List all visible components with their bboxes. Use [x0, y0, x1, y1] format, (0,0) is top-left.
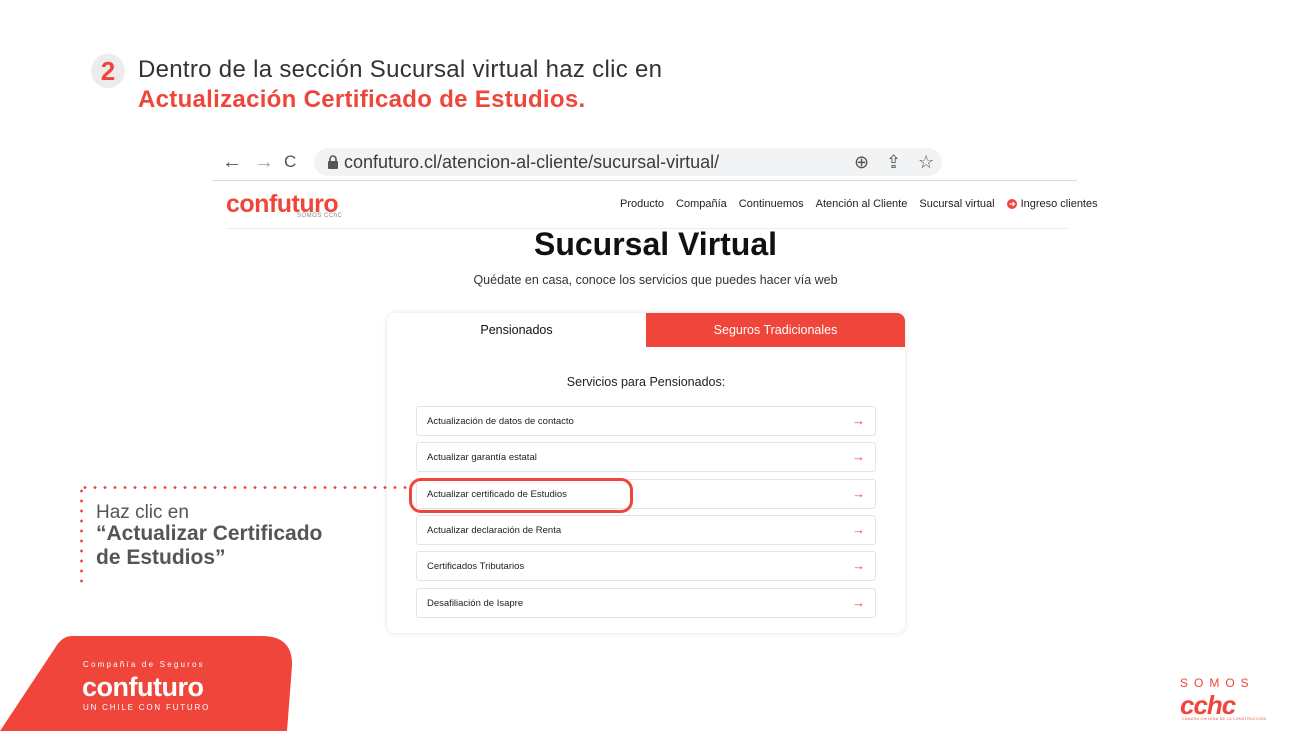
brand-logo: confuturo [82, 672, 204, 702]
step-instruction-highlight: Actualización Certificado de Estudios. [138, 86, 586, 113]
nav-item-continuemos[interactable]: Continuemos [739, 198, 804, 210]
arrow-right-icon: → [852, 486, 865, 501]
nav-item-sucursal-virtual[interactable]: Sucursal virtual [919, 198, 994, 210]
login-link[interactable]: Ingreso clientes [1006, 198, 1098, 210]
brand-slogan: UN CHILE CON FUTURO [83, 703, 211, 712]
browser-divider [212, 180, 1077, 181]
browser-toolbar: ← → C confuturo.cl/atencion-al-cliente/s… [212, 146, 1077, 180]
tab-pensionados[interactable]: Pensionados [387, 313, 646, 347]
bookmark-star-icon[interactable]: ☆ [918, 152, 934, 173]
nav-item-atencion-cliente[interactable]: Atención al Cliente [816, 198, 908, 210]
service-item[interactable]: Actualización de datos de contacto → [416, 406, 876, 436]
page-title: Sucursal Virtual [533, 226, 778, 262]
nav-item-compania[interactable]: Compañía [676, 198, 727, 210]
step-instruction: Dentro de la sección Sucursal virtual ha… [138, 56, 663, 83]
service-item[interactable]: Actualizar garantía estatal → [416, 442, 876, 472]
cchc-subtitle: CÁMARA CHILENA DE LA CONSTRUCCIÓN [1182, 717, 1267, 721]
zoom-icon[interactable]: ⊕ [854, 152, 869, 173]
service-item[interactable]: Desafiliación de Isapre → [416, 588, 876, 618]
lock-icon [328, 155, 338, 169]
arrow-right-icon: → [852, 449, 865, 464]
brand-tagline: Compañía de Seguros [83, 660, 205, 669]
callout-text: Haz clic en [96, 502, 189, 523]
service-label: Certificados Tributarios [427, 561, 525, 572]
site-navigation: Producto Compañía Continuemos Atención a… [620, 198, 1098, 210]
service-label: Actualización de datos de contacto [427, 416, 574, 427]
callout-dotted-line-vertical [80, 486, 83, 584]
step-number-badge: 2 [91, 54, 125, 88]
callout-text-bold: “Actualizar Certificado [96, 522, 323, 545]
tab-seguros-tradicionales[interactable]: Seguros Tradicionales [646, 313, 905, 347]
nav-item-producto[interactable]: Producto [620, 198, 664, 210]
address-bar[interactable]: confuturo.cl/atencion-al-cliente/sucursa… [314, 148, 942, 176]
arrow-right-icon: → [852, 558, 865, 573]
service-label: Actualizar declaración de Renta [427, 525, 562, 536]
url-text: confuturo.cl/atencion-al-cliente/sucursa… [344, 152, 720, 172]
login-arrow-icon [1006, 199, 1017, 209]
highlight-ring [409, 478, 633, 513]
services-card: Pensionados Seguros Tradicionales Servic… [387, 313, 905, 633]
arrow-right-icon: → [852, 413, 865, 428]
page-subtitle: Quédate en casa, conoce los servicios qu… [473, 273, 838, 287]
service-label: Actualizar garantía estatal [427, 452, 537, 463]
login-label: Ingreso clientes [1020, 198, 1098, 210]
share-icon[interactable]: ⇪ [886, 152, 901, 173]
arrow-right-icon: → [852, 522, 865, 537]
somos-label: SOMOS [1180, 676, 1255, 690]
back-arrow-icon[interactable]: ← [222, 150, 242, 174]
service-item[interactable]: Actualizar declaración de Renta → [416, 515, 876, 545]
forward-arrow-icon[interactable]: → [254, 150, 274, 174]
callout-dotted-line [80, 486, 408, 489]
services-title: Servicios para Pensionados: [566, 375, 726, 389]
site-logo-subtitle: SOMOS CChC [297, 213, 343, 219]
service-label: Desafiliación de Isapre [427, 598, 524, 609]
reload-icon[interactable]: C [284, 150, 296, 174]
service-item[interactable]: Certificados Tributarios → [416, 551, 876, 581]
arrow-right-icon: → [852, 595, 865, 610]
callout-text-bold: de Estudios” [96, 546, 226, 569]
